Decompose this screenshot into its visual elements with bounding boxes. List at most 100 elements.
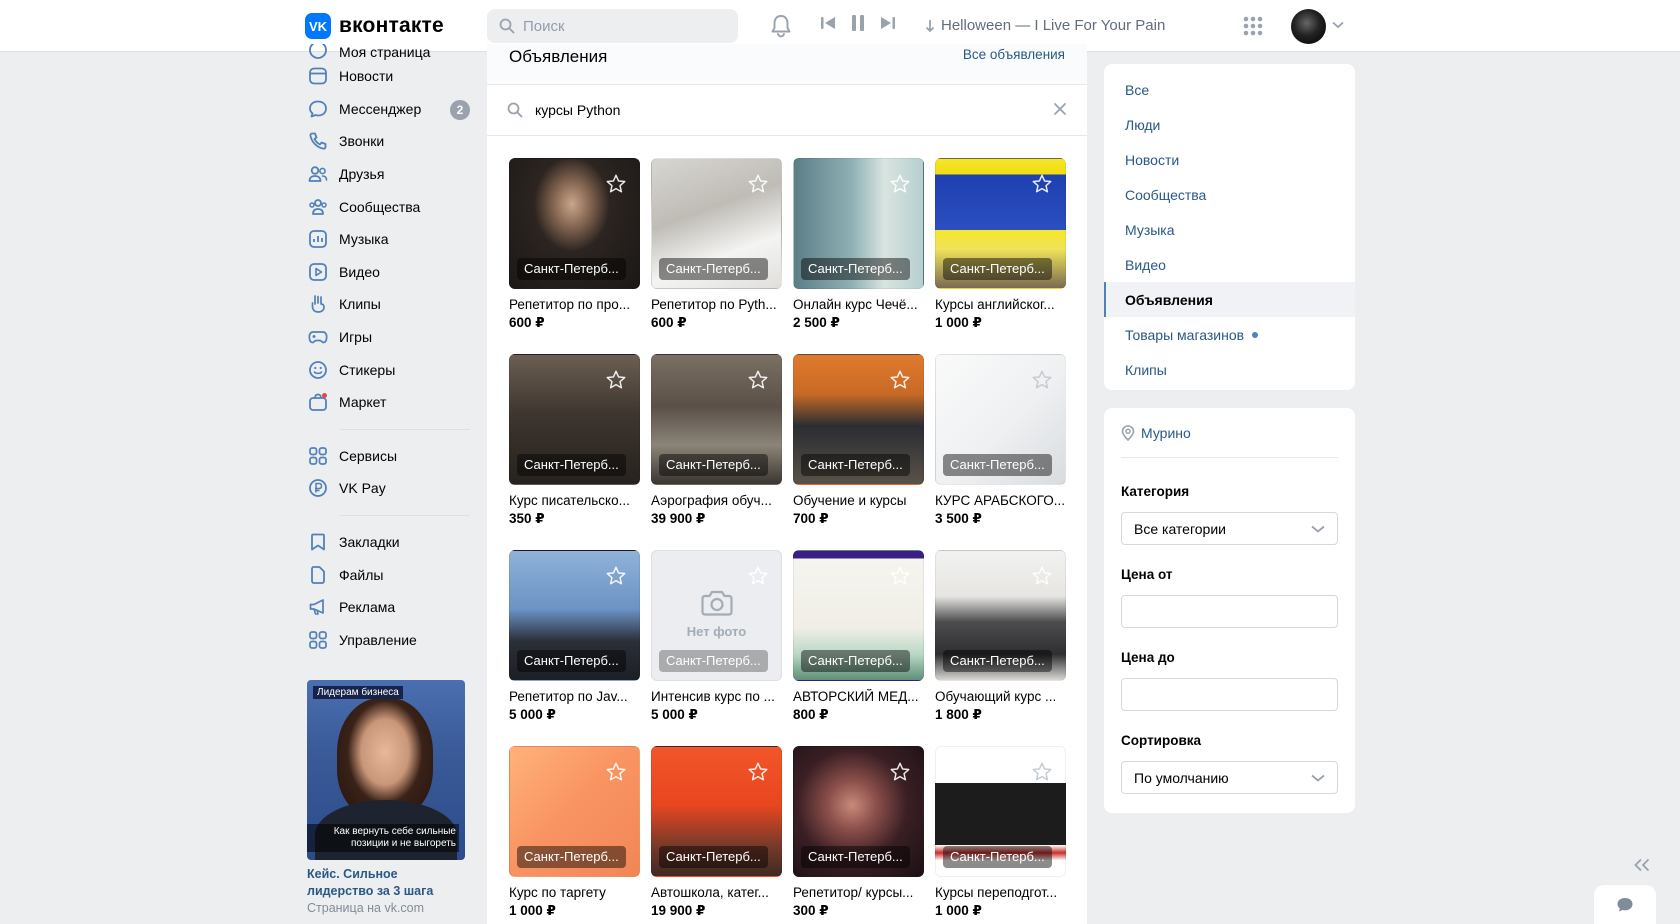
sidebar-item-my-page[interactable]: Моя страница [300, 44, 480, 60]
star-icon[interactable] [1031, 369, 1053, 391]
sidebar-item-market[interactable]: Маркет [300, 386, 480, 419]
sidebar-item-files[interactable]: Файлы [300, 558, 480, 591]
star-icon[interactable] [1031, 565, 1053, 587]
star-icon[interactable] [889, 565, 911, 587]
star-icon[interactable] [605, 173, 627, 195]
listing-title[interactable]: АВТОРСКИЙ МЕД... [793, 689, 924, 704]
star-icon[interactable] [747, 761, 769, 783]
listing-image[interactable]: Санкт-Петерб... [509, 746, 640, 877]
listing-card[interactable]: Санкт-Петерб... Курсы английског... 1 00… [935, 158, 1066, 354]
star-icon[interactable] [1031, 173, 1053, 195]
listing-card[interactable]: Санкт-Петерб... Аэрография обуч... 39 90… [651, 354, 782, 550]
listing-title[interactable]: Репетитор по про... [509, 297, 640, 312]
search-input[interactable] [523, 17, 723, 35]
listing-card[interactable]: Санкт-Петерб... Обучающий курс ... 1 800… [935, 550, 1066, 746]
listing-title[interactable]: Репетитор/ курсы... [793, 885, 924, 900]
sidebar-item-communities[interactable]: Сообщества [300, 190, 480, 223]
classifieds-search-input[interactable] [535, 102, 1015, 118]
listing-image[interactable]: Санкт-Петерб... [651, 158, 782, 289]
sidebar-ad[interactable]: Лидерам бизнеса Как вернуть себе сильные… [307, 680, 465, 915]
ad-image[interactable]: Лидерам бизнеса Как вернуть себе сильные… [307, 680, 465, 860]
listing-title[interactable]: КУРС АРАБСКОГО... [935, 493, 1066, 508]
listing-image[interactable]: Санкт-Петерб... [793, 158, 924, 289]
listing-image[interactable]: Санкт-Петерб... [509, 354, 640, 485]
listing-image[interactable]: Санкт-Петерб... [651, 354, 782, 485]
listing-title[interactable]: Интенсив курс по ... [651, 689, 782, 704]
sidebar-item-friends[interactable]: Друзья [300, 158, 480, 191]
listing-card[interactable]: Санкт-Петерб... Онлайн курс Чечё... 2 50… [793, 158, 924, 354]
section-classifieds[interactable]: Объявления [1104, 282, 1355, 317]
vk-logo[interactable]: VK вконтакте [305, 13, 444, 39]
listing-card[interactable]: Санкт-Петерб... Курсы переподгот... 1 00… [935, 746, 1066, 924]
listing-title[interactable]: Репетитор по Pyth... [651, 297, 782, 312]
listing-title[interactable]: Обучающий курс ... [935, 689, 1066, 704]
star-icon[interactable] [889, 761, 911, 783]
listing-card[interactable]: Нет фото Санкт-Петерб... Интенсив курс п… [651, 550, 782, 746]
notifications-bell-icon[interactable] [770, 14, 792, 38]
category-select[interactable]: Все категории [1121, 512, 1338, 545]
sidebar-item-music[interactable]: Музыка [300, 223, 480, 256]
section-communities[interactable]: Сообщества [1104, 177, 1355, 212]
star-icon[interactable] [605, 369, 627, 391]
sidebar-item-services[interactable]: Сервисы [300, 440, 480, 473]
listing-card[interactable]: Санкт-Петерб... Курс по таргету 1 000 ₽ [509, 746, 640, 924]
sidebar-item-management[interactable]: Управление [300, 624, 480, 657]
listing-image[interactable]: Санкт-Петерб... [935, 354, 1066, 485]
listing-card[interactable]: Санкт-Петерб... Курс писательско... 350 … [509, 354, 640, 550]
listing-card[interactable]: Санкт-Петерб... Репетитор по Pyth... 600… [651, 158, 782, 354]
star-icon[interactable] [747, 173, 769, 195]
sidebar-item-news[interactable]: Новости [300, 60, 480, 93]
listing-card[interactable]: Санкт-Петерб... Обучение и курсы 700 ₽ [793, 354, 924, 550]
listing-title[interactable]: Курсы английског... [935, 297, 1066, 312]
star-icon[interactable] [605, 565, 627, 587]
sidebar-item-vkpay[interactable]: VK Pay [300, 472, 480, 505]
listing-card[interactable]: Санкт-Петерб... Репетитор по Jav... 5 00… [509, 550, 640, 746]
listing-image[interactable]: Нет фото Санкт-Петерб... [651, 550, 782, 681]
listing-card[interactable]: Санкт-Петерб... АВТОРСКИЙ МЕД... 800 ₽ [793, 550, 924, 746]
location-selector[interactable]: Мурино [1121, 408, 1338, 458]
clear-icon[interactable] [1053, 102, 1067, 116]
ad-title[interactable]: Кейс. Сильное лидерство за 3 шага [307, 866, 465, 900]
section-news[interactable]: Новости [1104, 142, 1355, 177]
listing-image[interactable]: Санкт-Петерб... [935, 158, 1066, 289]
star-icon[interactable] [605, 761, 627, 783]
section-video[interactable]: Видео [1104, 247, 1355, 282]
listing-title[interactable]: Курс по таргету [509, 885, 640, 900]
listing-image[interactable]: Санкт-Петерб... [793, 354, 924, 485]
collapse-chats-icon[interactable] [1633, 858, 1651, 872]
section-all[interactable]: Все [1104, 72, 1355, 107]
listing-title[interactable]: Курсы переподгот... [935, 885, 1066, 900]
listing-title[interactable]: Репетитор по Jav... [509, 689, 640, 704]
listing-card[interactable]: Санкт-Петерб... Репетитор/ курсы... 300 … [793, 746, 924, 924]
sidebar-item-messenger[interactable]: Мессенджер 2 [300, 93, 480, 126]
sidebar-item-video[interactable]: Видео [300, 256, 480, 289]
listing-image[interactable]: Санкт-Петерб... [509, 158, 640, 289]
section-people[interactable]: Люди [1104, 107, 1355, 142]
listing-title[interactable]: Автошкола, катег... [651, 885, 782, 900]
section-music[interactable]: Музыка [1104, 212, 1355, 247]
listing-image[interactable]: Санкт-Петерб... [935, 550, 1066, 681]
price-to-input[interactable] [1121, 678, 1338, 711]
star-icon[interactable] [747, 565, 769, 587]
sidebar-item-calls[interactable]: Звонки [300, 125, 480, 158]
chats-button[interactable] [1594, 885, 1656, 924]
listing-image[interactable]: Санкт-Петерб... [509, 550, 640, 681]
sidebar-item-games[interactable]: Игры [300, 321, 480, 354]
listing-title[interactable]: Обучение и курсы [793, 493, 924, 508]
sidebar-item-ads[interactable]: Реклама [300, 591, 480, 624]
chevron-down-icon[interactable] [1332, 21, 1344, 29]
all-classifieds-link[interactable]: Все объявления [963, 47, 1065, 62]
next-track-icon[interactable] [880, 15, 896, 31]
sidebar-item-bookmarks[interactable]: Закладки [300, 526, 480, 559]
star-icon[interactable] [889, 369, 911, 391]
listing-image[interactable]: Санкт-Петерб... [651, 746, 782, 877]
pause-icon[interactable] [850, 14, 866, 32]
sidebar-item-stickers[interactable]: Стикеры [300, 353, 480, 386]
listing-title[interactable]: Курс писательско... [509, 493, 640, 508]
user-avatar[interactable] [1291, 9, 1326, 44]
listing-card[interactable]: Санкт-Петерб... Автошкола, катег... 19 9… [651, 746, 782, 924]
sidebar-item-clips[interactable]: Клипы [300, 288, 480, 321]
section-clips[interactable]: Клипы [1104, 352, 1355, 387]
star-icon[interactable] [747, 369, 769, 391]
apps-grid-icon[interactable] [1243, 16, 1263, 36]
